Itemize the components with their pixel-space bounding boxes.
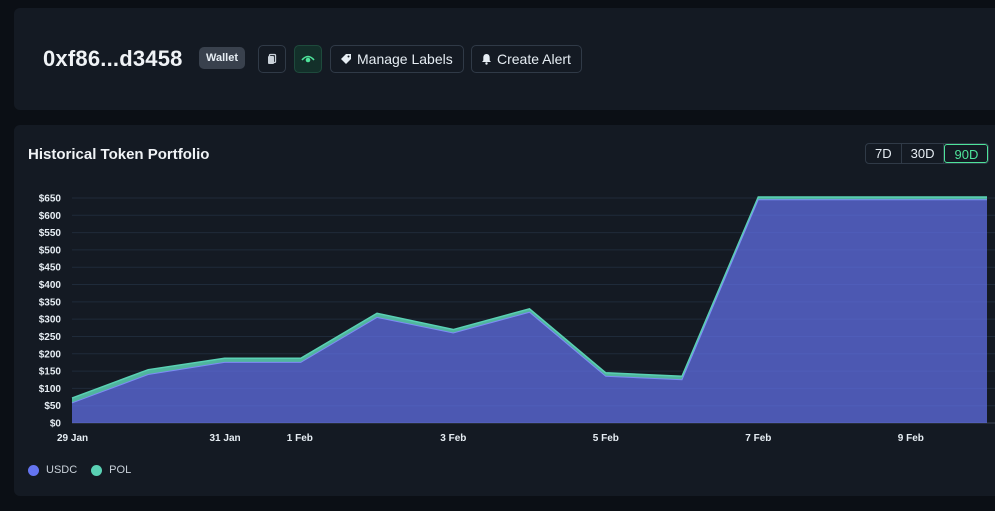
chart-legend: USDC POL — [28, 464, 131, 476]
y-tick-label: $100 — [39, 384, 62, 395]
usdc-swatch — [28, 464, 39, 476]
x-tick-label: 31 Jan — [210, 433, 241, 444]
y-tick-label: $650 — [39, 194, 62, 205]
x-tick-label: 9 Feb — [898, 433, 924, 444]
copy-icon — [268, 53, 277, 64]
manage-labels-label: Manage Labels — [357, 51, 453, 67]
y-tick-label: $200 — [39, 349, 62, 360]
y-tick-label: $250 — [39, 332, 62, 343]
y-tick-label: $600 — [39, 211, 62, 222]
y-tick-label: $150 — [39, 367, 62, 378]
portfolio-chart-card: Historical Token Portfolio 7D 30D 90D $0… — [14, 125, 995, 496]
y-tick-label: $450 — [39, 263, 62, 274]
wallet-address: 0xf86...d3458 — [43, 46, 183, 71]
legend-usdc-label: USDC — [46, 464, 78, 476]
y-tick-label: $550 — [39, 228, 62, 239]
y-tick-label: $400 — [39, 280, 62, 291]
portfolio-area-chart: $0 $50 $100 $150 $200 $250 $300 $350 $400 $450 $50… — [39, 194, 995, 444]
x-tick-label: 3 Feb — [440, 433, 466, 444]
y-tick-label: $50 — [44, 401, 61, 412]
manage-labels-button[interactable]: Manage Labels — [330, 45, 464, 73]
x-tick-label: 29 Jan — [57, 433, 88, 444]
legend-pol-label: POL — [109, 464, 132, 476]
legend-usdc[interactable]: USDC — [28, 464, 77, 476]
create-alert-button[interactable]: Create Alert — [471, 45, 582, 73]
y-tick-label: $350 — [39, 297, 62, 308]
legend-pol[interactable]: POL — [91, 464, 131, 476]
wallet-type-badge: Wallet — [199, 47, 245, 69]
y-tick-label: $0 — [50, 419, 62, 430]
copy-address-button[interactable] — [258, 45, 286, 73]
y-tick-label: $500 — [39, 245, 62, 256]
bell-icon — [482, 54, 491, 65]
wallet-header-card: 0xf86...d3458 Wallet Manage Labels Creat… — [14, 8, 995, 110]
x-tick-label: 7 Feb — [745, 433, 771, 444]
x-tick-label: 1 Feb — [287, 433, 313, 444]
watch-wallet-button[interactable] — [294, 45, 322, 73]
pol-swatch — [91, 464, 103, 476]
eye-icon — [301, 55, 315, 63]
x-tick-label: 5 Feb — [593, 433, 619, 444]
create-alert-label: Create Alert — [497, 51, 571, 67]
tag-icon — [341, 54, 351, 64]
y-tick-label: $300 — [39, 315, 62, 326]
